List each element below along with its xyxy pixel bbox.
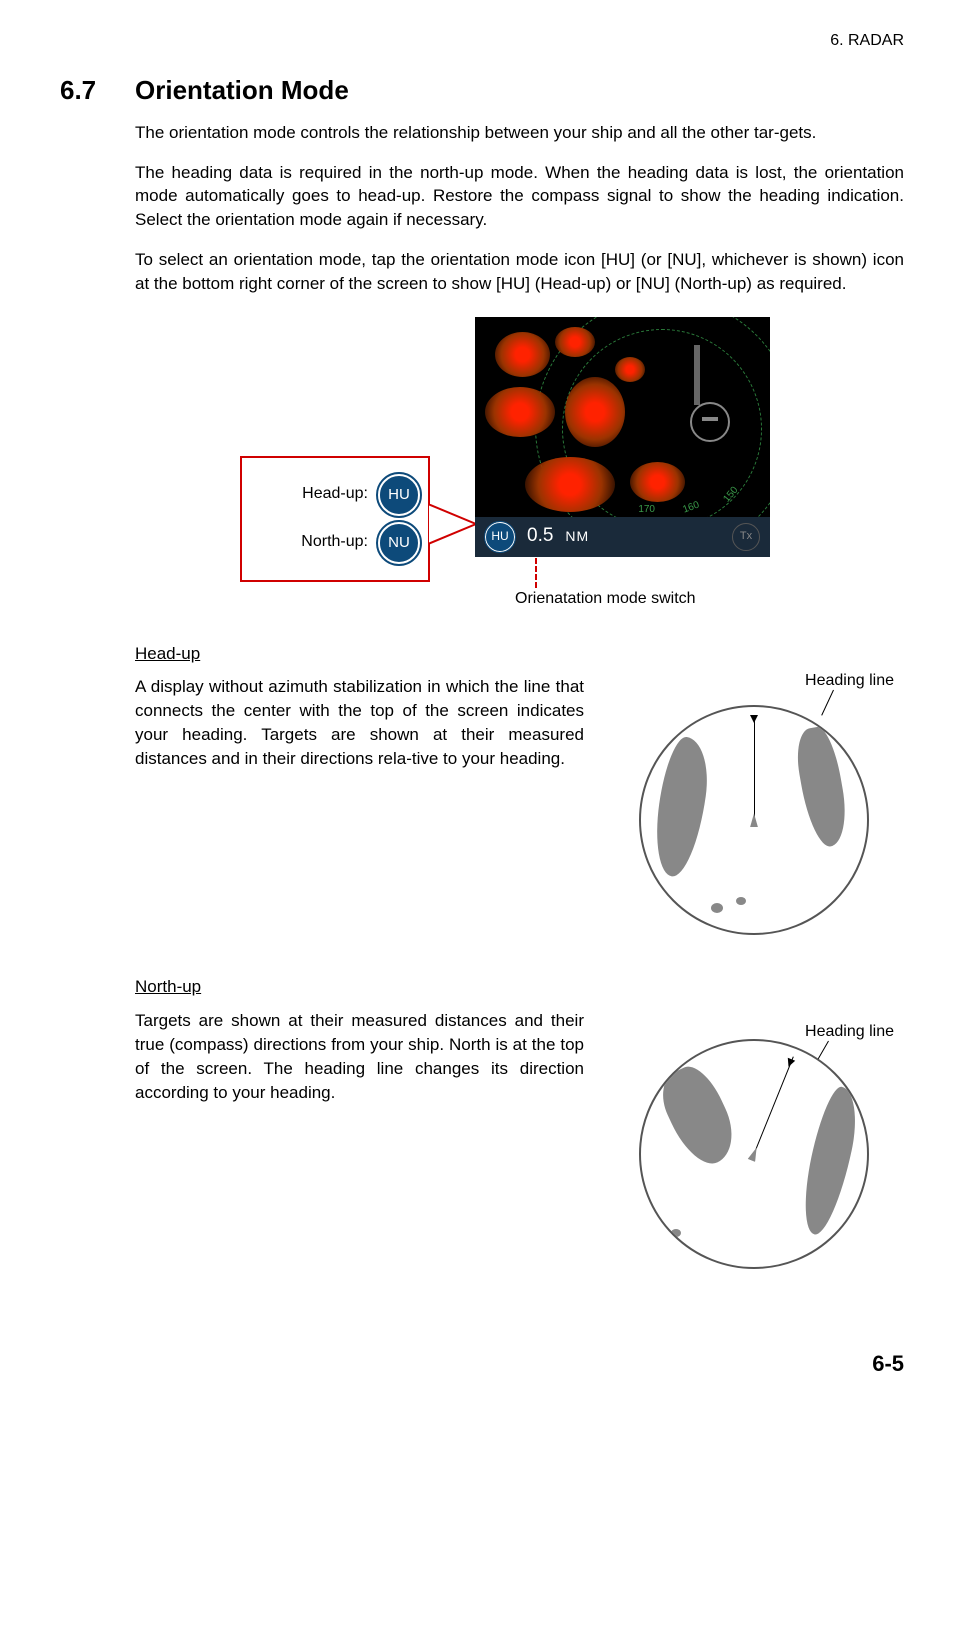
chapter-header: 6. RADAR xyxy=(60,30,904,52)
section-heading: 6.7 Orientation Mode xyxy=(60,72,904,108)
northup-heading-line-label: Heading line xyxy=(805,1021,894,1043)
hu-badge-icon: HU xyxy=(378,474,420,516)
paragraph-heading-data: The heading data is required in the nort… xyxy=(135,161,904,232)
northup-description: Targets are shown at their measured dist… xyxy=(135,1009,584,1269)
subheading-headup: Head-up xyxy=(135,642,904,666)
section-title: Orientation Mode xyxy=(135,72,349,108)
page-number: 6-5 xyxy=(60,1349,904,1380)
paragraph-intro: The orientation mode controls the relati… xyxy=(135,121,904,145)
subheading-northup: North-up xyxy=(135,975,904,999)
nu-badge-icon: NU xyxy=(378,522,420,564)
radar-status-bar: HU 0.5 NM Tx xyxy=(475,517,770,557)
orientation-mode-button[interactable]: HU xyxy=(485,522,515,552)
annotation-leader-icon xyxy=(535,558,537,588)
section-number: 6.7 xyxy=(60,72,135,108)
northup-figure: Heading line xyxy=(604,1009,904,1269)
figure-orientation-switch: Head-up: HU North-up: NU xyxy=(135,312,904,622)
callout-pointer-icon xyxy=(428,504,478,554)
legend-northup-label: North-up: xyxy=(301,531,368,553)
range-unit: NM xyxy=(565,527,589,547)
headup-description: A display without azimuth stabilization … xyxy=(135,675,584,935)
range-value: 0.5 xyxy=(527,523,553,550)
radar-screenshot: 150 160 170 HU 0.5 NM Tx xyxy=(475,317,770,557)
headup-heading-line-label: Heading line xyxy=(805,670,894,692)
headup-figure: Heading line xyxy=(604,675,904,935)
annotation-orientation-switch: Orienatation mode switch xyxy=(515,588,696,610)
legend-box: Head-up: HU North-up: NU xyxy=(240,456,430,582)
legend-headup-label: Head-up: xyxy=(302,483,368,505)
tx-button[interactable]: Tx xyxy=(732,523,760,551)
bearing-tick-170: 170 xyxy=(638,503,655,517)
paragraph-instruction: To select an orientation mode, tap the o… xyxy=(135,248,904,296)
